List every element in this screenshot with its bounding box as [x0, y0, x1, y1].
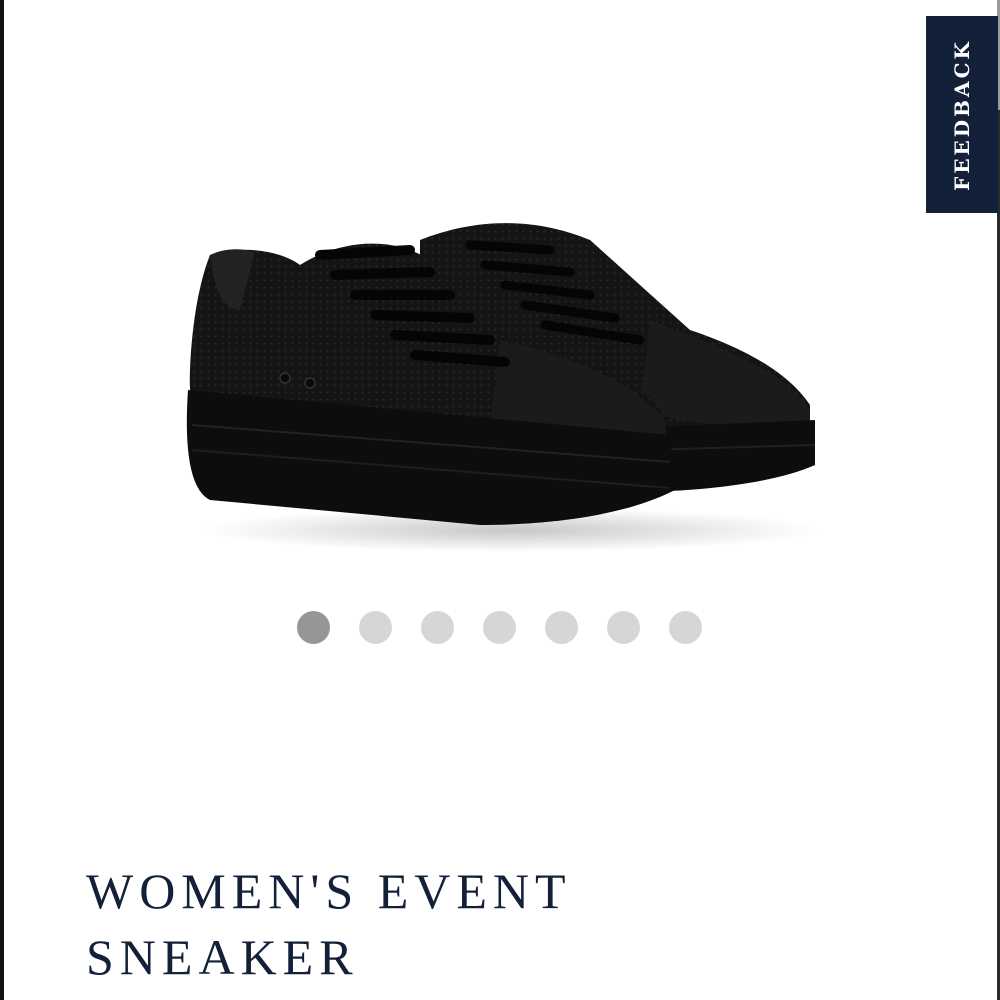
carousel-dot-4[interactable]: [483, 611, 516, 644]
carousel-dot-2[interactable]: [359, 611, 392, 644]
carousel-indicator: [297, 611, 702, 644]
carousel-dot-1[interactable]: [297, 611, 330, 644]
product-title: WOMEN'S EVENT SNEAKER: [86, 858, 886, 990]
feedback-label: FEEDBACK: [950, 38, 974, 191]
carousel-dot-6[interactable]: [607, 611, 640, 644]
carousel-dot-3[interactable]: [421, 611, 454, 644]
feedback-button[interactable]: FEEDBACK: [926, 16, 998, 213]
carousel-dot-5[interactable]: [545, 611, 578, 644]
product-image: [186, 223, 820, 552]
product-title-line-1: WOMEN'S EVENT: [86, 863, 572, 919]
page-left-border: [0, 0, 4, 1000]
product-title-line-2: SNEAKER: [86, 929, 359, 985]
carousel-dot-7[interactable]: [669, 611, 702, 644]
